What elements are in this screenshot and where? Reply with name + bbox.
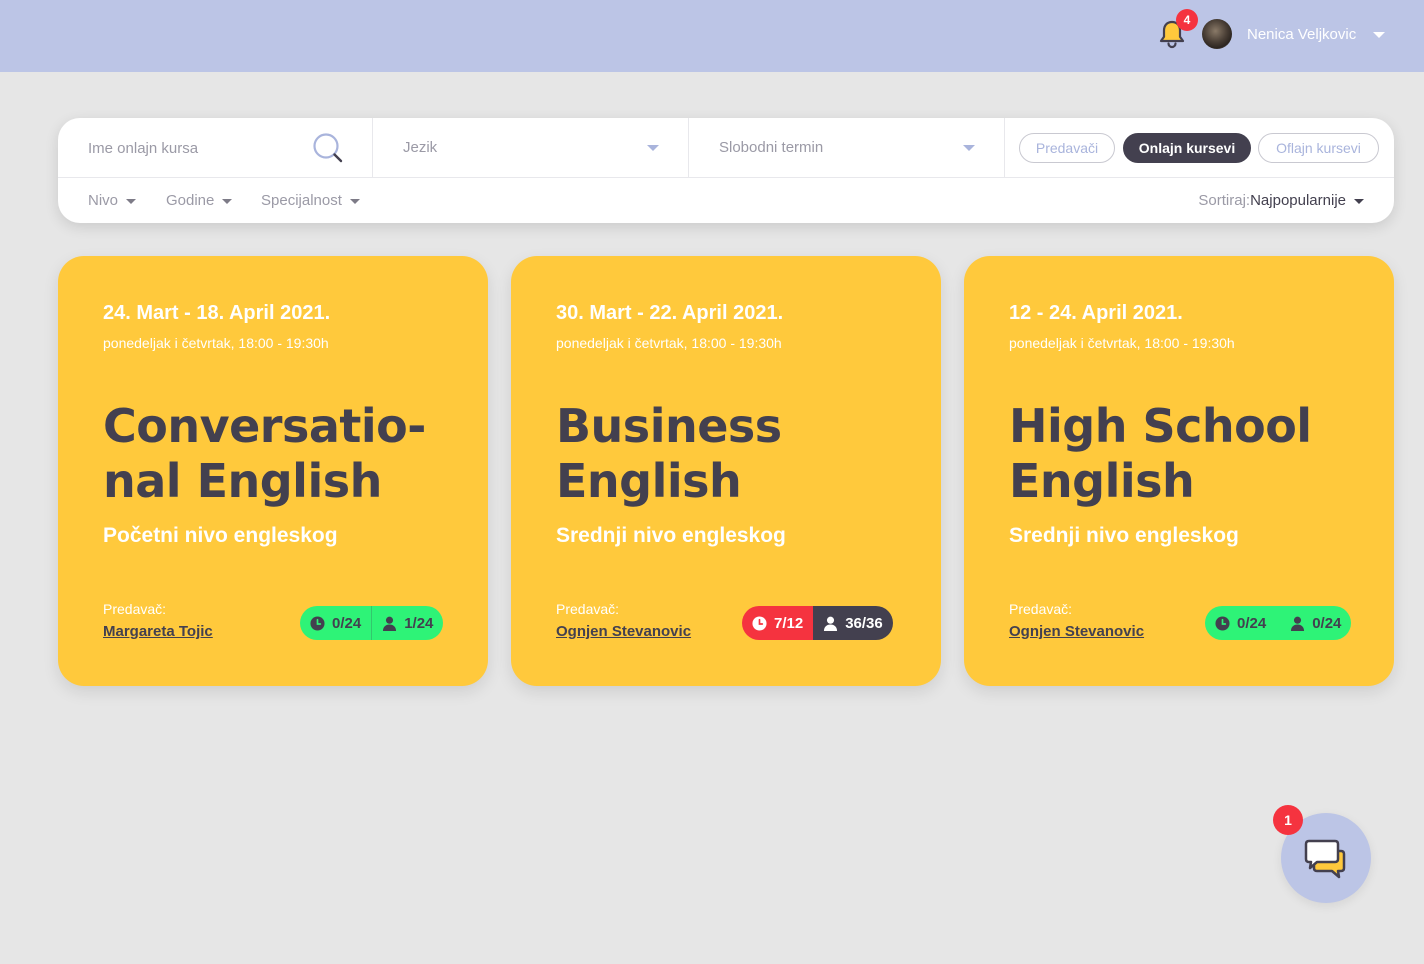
sort-dropdown[interactable]: Sortiraj:Najpopularnije <box>1198 192 1364 209</box>
tab-offline-courses[interactable]: Oflajn kursevi <box>1258 133 1379 163</box>
course-card[interactable]: 30. Mart - 22. April 2021. ponedeljak i … <box>511 256 941 686</box>
sort-value: Najpopularnije <box>1250 192 1346 209</box>
chevron-down-icon <box>126 198 137 204</box>
course-title-line: Business <box>556 399 782 453</box>
course-date: 24. Mart - 18. April 2021. <box>103 302 331 324</box>
course-level: Početni nivo engleskog <box>103 524 338 547</box>
search-cell <box>58 118 373 178</box>
specialty-dropdown[interactable]: Specijalnost <box>261 192 360 209</box>
course-schedule: ponedeljak i četvrtak, 18:00 - 19:30h <box>556 335 782 351</box>
age-dropdown-label: Godine <box>166 192 215 209</box>
course-title-line: High School <box>1009 399 1312 453</box>
age-dropdown[interactable]: Godine <box>166 192 233 209</box>
course-title-line: English <box>1009 454 1195 508</box>
course-title-line: English <box>556 454 742 508</box>
course-title: Business English <box>556 399 916 509</box>
course-card[interactable]: 24. Mart - 18. April 2021. ponedeljak i … <box>58 256 488 686</box>
clock-icon <box>310 615 325 631</box>
course-stats: 0/24 0/24 <box>1205 606 1352 640</box>
course-title-line: nal English <box>103 454 382 508</box>
students-stat: 1/24 <box>371 606 444 640</box>
course-stats: 0/24 1/24 <box>300 606 444 640</box>
course-card[interactable]: 12 - 24. April 2021. ponedeljak i četvrt… <box>964 256 1394 686</box>
search-icon[interactable] <box>312 132 344 164</box>
hours-value: 0/24 <box>332 614 362 632</box>
filter-row-main: Jezik Slobodni termin Predavači Onlajn k… <box>58 118 1394 178</box>
tab-lecturers[interactable]: Predavači <box>1019 133 1115 163</box>
user-name[interactable]: Nenica Veljkovic <box>1247 26 1356 43</box>
lecturer-link[interactable]: Ognjen Stevanovic <box>1009 623 1144 640</box>
course-stats: 7/12 36/36 <box>742 606 893 640</box>
course-level: Srednji nivo engleskog <box>1009 524 1239 547</box>
person-icon <box>383 616 397 631</box>
clock-icon <box>1215 615 1230 631</box>
course-title: High School English <box>1009 399 1369 509</box>
hours-stat: 7/12 <box>742 606 814 640</box>
chat-badge: 1 <box>1273 805 1303 835</box>
students-stat: 36/36 <box>813 606 893 640</box>
students-value: 1/24 <box>404 614 434 632</box>
chat-icon <box>1304 839 1346 879</box>
slot-select[interactable]: Slobodni termin <box>689 118 1005 178</box>
lecturer-label: Predavač: <box>556 601 620 617</box>
specialty-dropdown-label: Specijalnost <box>261 192 342 209</box>
lecturer-label: Predavač: <box>1009 601 1073 617</box>
avatar[interactable] <box>1202 19 1232 49</box>
person-icon <box>1291 616 1305 631</box>
level-dropdown-label: Nivo <box>88 192 119 209</box>
chevron-down-icon <box>1354 198 1364 204</box>
search-input[interactable] <box>88 138 308 158</box>
lecturer-link[interactable]: Ognjen Stevanovic <box>556 623 691 640</box>
slot-select-label: Slobodni termin <box>719 139 824 156</box>
course-schedule: ponedeljak i četvrtak, 18:00 - 19:30h <box>1009 335 1235 351</box>
hours-stat: 0/24 <box>300 606 372 640</box>
hours-value: 7/12 <box>774 614 804 632</box>
course-schedule: ponedeljak i četvrtak, 18:00 - 19:30h <box>103 335 329 351</box>
language-select[interactable]: Jezik <box>373 118 689 178</box>
chevron-down-icon <box>963 145 975 151</box>
notification-badge: 4 <box>1176 9 1198 31</box>
course-title: Conversatio- nal English <box>103 399 463 509</box>
students-stat: 0/24 <box>1276 606 1352 640</box>
course-date: 30. Mart - 22. April 2021. <box>556 302 784 324</box>
chevron-down-icon <box>647 145 659 151</box>
students-value: 36/36 <box>845 614 883 632</box>
filter-panel: Jezik Slobodni termin Predavači Onlajn k… <box>58 118 1394 223</box>
chevron-down-icon <box>349 198 360 204</box>
hours-stat: 0/24 <box>1205 606 1277 640</box>
filter-row-secondary: Nivo Godine Specijalnost Sortiraj:Najpop… <box>58 179 1394 223</box>
lecturer-label: Predavač: <box>103 601 167 617</box>
level-dropdown[interactable]: Nivo <box>88 192 137 209</box>
students-value: 0/24 <box>1312 614 1342 632</box>
course-level: Srednji nivo engleskog <box>556 524 786 547</box>
chevron-down-icon <box>222 198 233 204</box>
person-icon <box>824 616 838 631</box>
user-menu-chevron-down-icon[interactable] <box>1373 32 1385 38</box>
lecturer-link[interactable]: Margareta Tojic <box>103 623 213 640</box>
tab-online-courses[interactable]: Onlajn kursevi <box>1123 133 1251 163</box>
sort-label: Sortiraj: <box>1198 192 1251 209</box>
course-date: 12 - 24. April 2021. <box>1009 302 1183 324</box>
language-select-label: Jezik <box>403 139 438 156</box>
clock-icon <box>752 615 767 631</box>
hours-value: 0/24 <box>1237 614 1267 632</box>
course-title-line: Conversatio- <box>103 399 426 453</box>
